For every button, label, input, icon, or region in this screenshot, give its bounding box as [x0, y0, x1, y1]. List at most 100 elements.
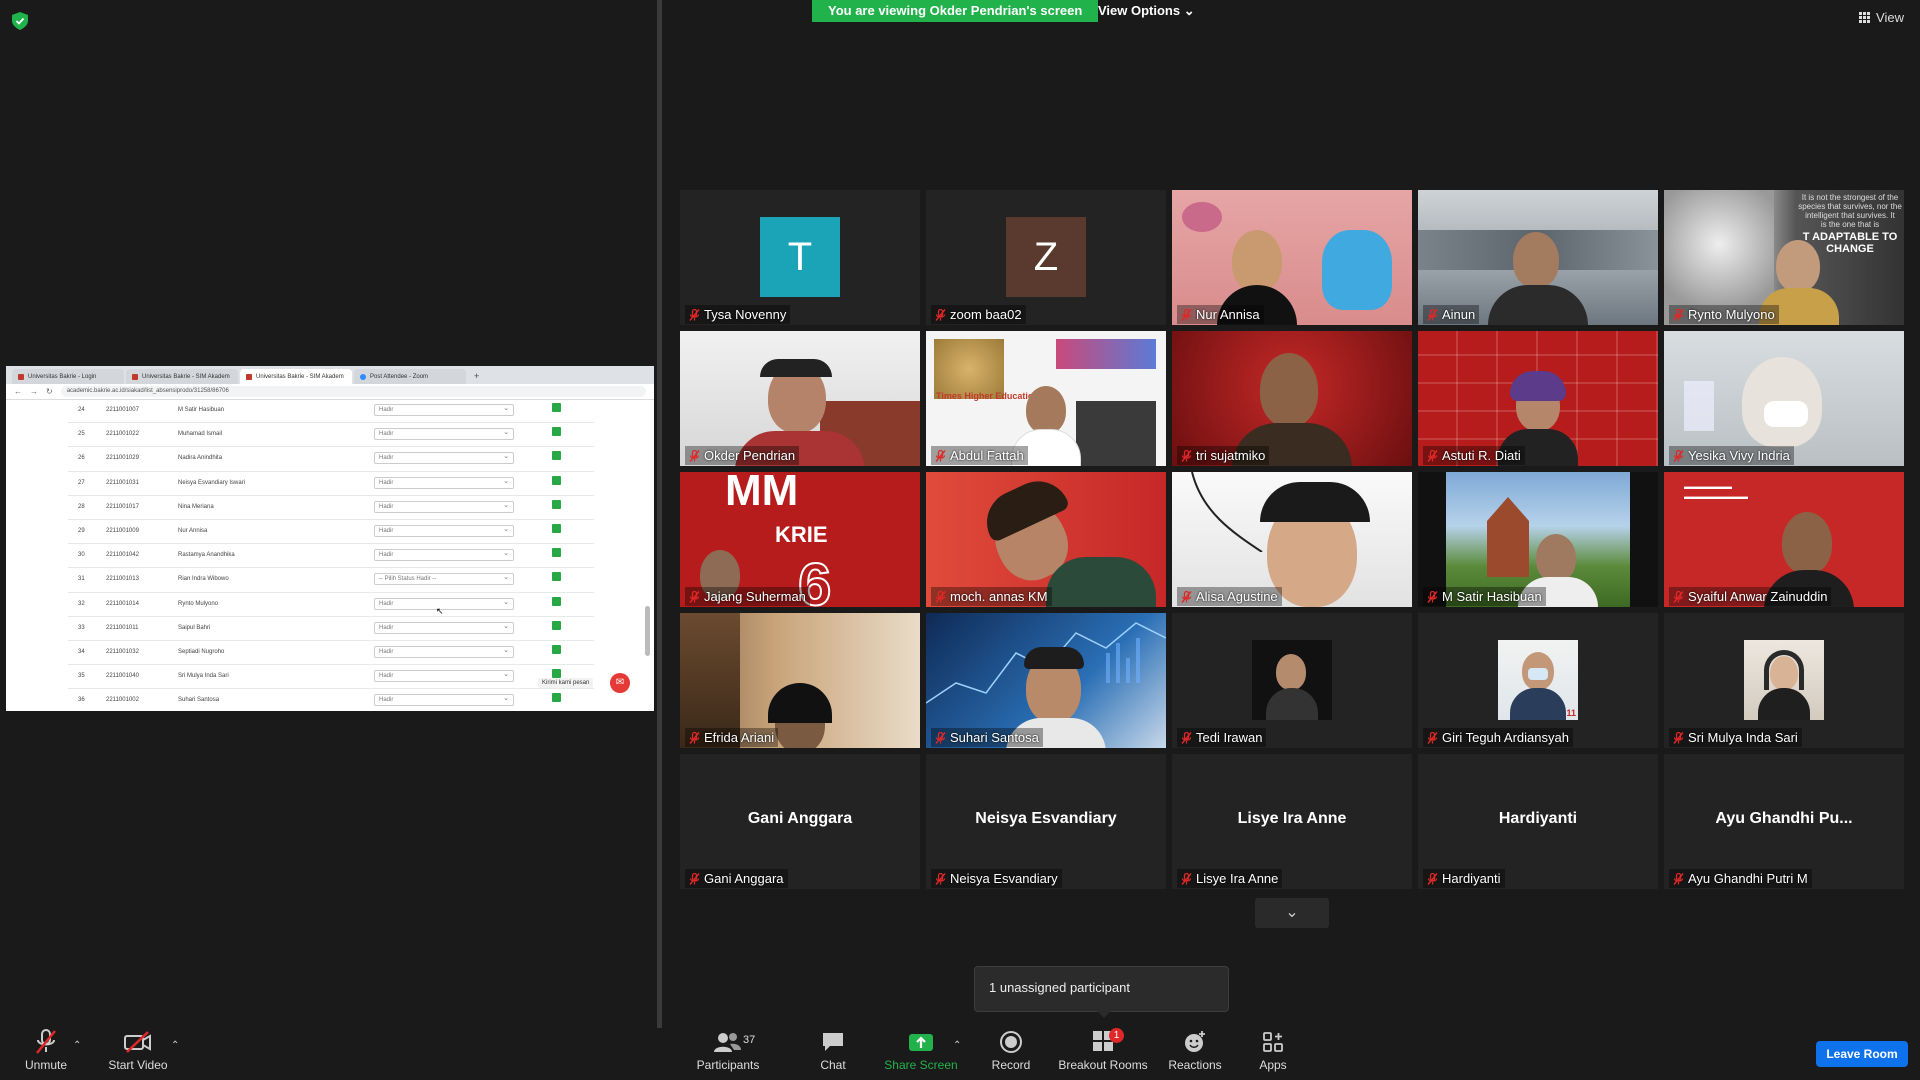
- participant-tile[interactable]: Hardiyanti Hardiyanti: [1418, 754, 1658, 889]
- page-scrollbar[interactable]: [645, 606, 650, 656]
- participant-tile[interactable]: moch. annas KM: [926, 472, 1166, 607]
- view-options-button[interactable]: View Options ⌄: [1086, 0, 1207, 22]
- background-text: MM: [725, 472, 799, 515]
- audio-options-caret-icon[interactable]: ⌃: [73, 1040, 81, 1051]
- participant-tile[interactable]: tri sujatmiko: [1172, 331, 1412, 466]
- save-row-button[interactable]: [552, 644, 561, 654]
- row-number: 33: [78, 624, 85, 631]
- participant-tile[interactable]: MM KRIE 6 Jajang Suherman: [680, 472, 920, 607]
- participants-button[interactable]: Participants 37: [693, 1028, 763, 1080]
- row-name: Neisya Esvandiary Iswari: [178, 479, 246, 486]
- attendance-status-select[interactable]: Hadir: [374, 621, 514, 634]
- participant-tile[interactable]: Suhari Santosa: [926, 613, 1166, 748]
- participant-tile[interactable]: Zzoom baa02: [926, 190, 1166, 325]
- reactions-label: Reactions: [1168, 1058, 1222, 1072]
- browser-tab-active[interactable]: Universitas Bakrie - SIM Akadem: [240, 369, 352, 384]
- save-row-button[interactable]: [552, 523, 561, 533]
- participant-tile[interactable]: Nur Annisa: [1172, 190, 1412, 325]
- browser-tab[interactable]: Universitas Bakrie - SIM Akadem: [126, 369, 238, 384]
- start-video-button[interactable]: Start Video: [104, 1028, 172, 1080]
- show-more-chevron-icon[interactable]: ⌄: [1255, 898, 1329, 928]
- row-number: 29: [78, 527, 85, 534]
- save-row-button[interactable]: [552, 427, 561, 437]
- save-row-button[interactable]: [552, 596, 561, 606]
- participant-tile[interactable]: Times Higher Education Abdul Fattah: [926, 331, 1166, 466]
- attendance-status-select[interactable]: Hadir: [374, 670, 514, 683]
- participant-display-name: Ayu Ghandhi Pu...: [1715, 810, 1853, 827]
- muted-mic-icon: [689, 731, 700, 744]
- encryption-shield-icon[interactable]: [12, 12, 28, 30]
- save-row-button[interactable]: [552, 693, 561, 703]
- save-row-button[interactable]: [552, 403, 561, 412]
- reload-icon[interactable]: ↻: [46, 387, 53, 396]
- participant-name-label: M Satir Hasibuan: [1423, 587, 1546, 606]
- attendance-status-select[interactable]: Hadir: [374, 476, 514, 489]
- breakout-rooms-button[interactable]: 1 Breakout Rooms: [1057, 1027, 1149, 1080]
- save-row-button[interactable]: [552, 620, 561, 630]
- chat-label: Chat: [820, 1058, 846, 1072]
- unmute-button[interactable]: Unmute: [18, 1028, 74, 1080]
- new-tab-icon[interactable]: +: [468, 369, 485, 384]
- save-row-button[interactable]: [552, 451, 561, 461]
- save-row-button[interactable]: [552, 548, 561, 558]
- participant-display-name: Hardiyanti: [1498, 810, 1578, 827]
- participant-tile[interactable]: It is not the strongest of the species th…: [1664, 190, 1904, 325]
- participant-tile[interactable]: 11 Giri Teguh Ardiansyah: [1418, 613, 1658, 748]
- save-row-button[interactable]: [552, 669, 561, 679]
- forward-icon[interactable]: →: [30, 387, 38, 396]
- participant-name: Lisye Ira Anne: [1196, 871, 1279, 886]
- attendance-status-select[interactable]: Hadir: [374, 404, 514, 416]
- browser-tab[interactable]: Post Attendee - Zoom: [354, 369, 466, 384]
- view-button[interactable]: View: [1859, 10, 1904, 25]
- participant-tile[interactable]: Sri Mulya Inda Sari: [1664, 613, 1904, 748]
- participant-tile[interactable]: Astuti R. Diati: [1418, 331, 1658, 466]
- share-screen-button[interactable]: Share Screen: [882, 1028, 960, 1080]
- background-text: Times Higher Education: [936, 391, 1039, 401]
- participant-tile[interactable]: Ainun: [1418, 190, 1658, 325]
- muted-mic-icon: [1427, 308, 1438, 321]
- participant-tile[interactable]: T Tysa Novenny: [680, 190, 920, 325]
- share-options-caret-icon[interactable]: ⌃: [953, 1040, 961, 1051]
- attendance-status-select[interactable]: Hadir: [374, 549, 514, 562]
- attendance-status-select[interactable]: -- Pilih Status Hadir --: [374, 573, 514, 586]
- attendance-status-select[interactable]: Hadir: [374, 694, 514, 707]
- participant-tile[interactable]: Gani Anggara Gani Anggara: [680, 754, 920, 889]
- attendance-status-select[interactable]: Hadir: [374, 452, 514, 465]
- participant-tile[interactable]: Yesika Vivy Indria: [1664, 331, 1904, 466]
- save-row-button[interactable]: [552, 499, 561, 509]
- participant-name-label: Neisya Esvandiary: [931, 869, 1062, 888]
- participant-name-label: Giri Teguh Ardiansyah: [1423, 728, 1573, 747]
- video-options-caret-icon[interactable]: ⌃: [171, 1040, 179, 1051]
- participant-name: Sri Mulya Inda Sari: [1688, 730, 1798, 745]
- attendance-status-select[interactable]: Hadir: [374, 428, 514, 441]
- back-icon[interactable]: ←: [14, 387, 22, 396]
- record-button[interactable]: Record: [986, 1028, 1036, 1080]
- participant-tile[interactable]: Okder Pendrian: [680, 331, 920, 466]
- chat-bubble-icon[interactable]: ✉: [610, 673, 630, 693]
- url-field[interactable]: academic.bakrie.ac.id/siakad/list_absens…: [60, 386, 646, 397]
- chat-button[interactable]: Chat: [808, 1028, 858, 1080]
- table-row: 27 2211001031 Neisya Esvandiary Iswari Hadi…: [68, 472, 594, 496]
- save-row-button[interactable]: [552, 475, 561, 485]
- leave-room-button[interactable]: Leave Room: [1816, 1041, 1908, 1067]
- split-view-divider[interactable]: [657, 0, 662, 1028]
- save-row-button[interactable]: [552, 572, 561, 582]
- reactions-button[interactable]: Reactions: [1165, 1028, 1225, 1080]
- apps-button[interactable]: Apps: [1253, 1028, 1293, 1080]
- participant-tile[interactable]: ▬▬▬▬▬▬ ▬▬▬▬▬▬▬▬ Syaiful Anwar Zainuddin: [1664, 472, 1904, 607]
- attendance-status-select[interactable]: Hadir: [374, 597, 514, 610]
- participant-tile[interactable]: Ayu Ghandhi Pu... Ayu Ghandhi Putri M: [1664, 754, 1904, 889]
- participant-name: Neisya Esvandiary: [950, 871, 1058, 886]
- attendance-status-select[interactable]: Hadir: [374, 500, 514, 513]
- row-number: 28: [78, 503, 85, 510]
- tab-label: Universitas Bakrie - SIM Akadem: [256, 373, 344, 380]
- participant-tile[interactable]: Lisye Ira Anne Lisye Ira Anne: [1172, 754, 1412, 889]
- attendance-status-select[interactable]: Hadir: [374, 645, 514, 658]
- participant-tile[interactable]: Tedi Irawan: [1172, 613, 1412, 748]
- attendance-status-select[interactable]: Hadir: [374, 524, 514, 537]
- participant-tile[interactable]: Efrida Ariani: [680, 613, 920, 748]
- participant-tile[interactable]: M Satir Hasibuan: [1418, 472, 1658, 607]
- browser-tab[interactable]: Universitas Bakrie - Login: [12, 369, 124, 384]
- participant-tile[interactable]: Neisya Esvandiary Neisya Esvandiary: [926, 754, 1166, 889]
- participant-tile[interactable]: Alisa Agustine: [1172, 472, 1412, 607]
